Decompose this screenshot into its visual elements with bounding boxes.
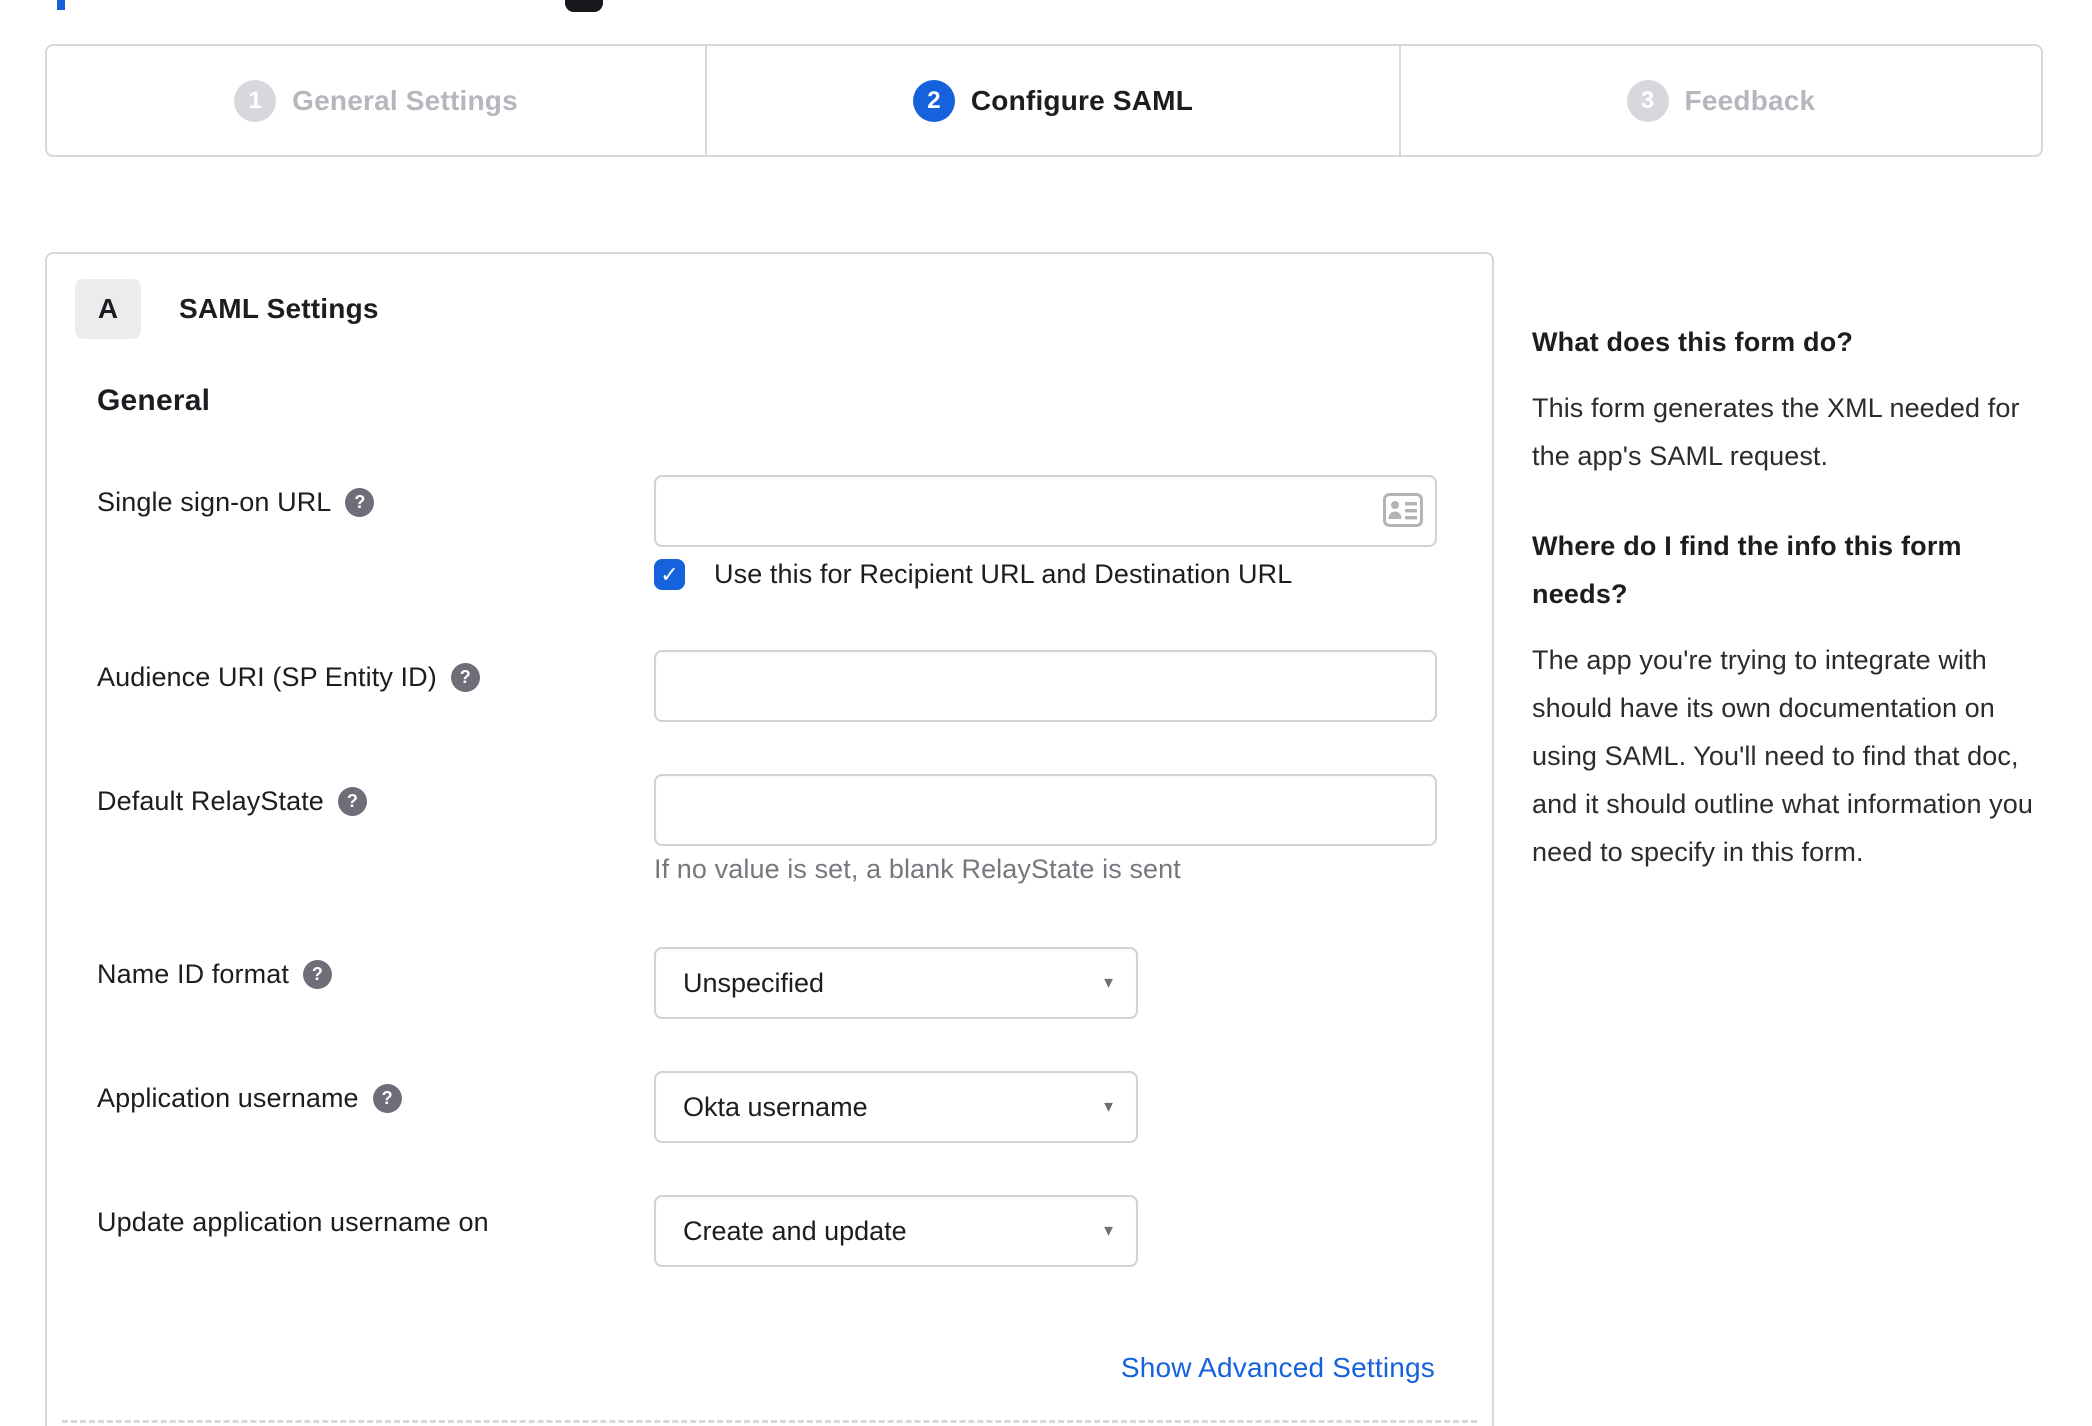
field-label-audience-uri: Audience URI (SP Entity ID)? — [97, 662, 480, 693]
recipient-url-checkbox-label[interactable]: Use this for Recipient URL and Destinati… — [714, 559, 1292, 590]
chevron-down-icon: ▼ — [1101, 1222, 1116, 1240]
audience-uri-input[interactable] — [654, 650, 1437, 722]
recipient-url-checkbox-row: ✓ Use this for Recipient URL and Destina… — [654, 559, 1292, 590]
default-relaystate-input[interactable] — [654, 774, 1437, 846]
step-general-settings[interactable]: 1 General Settings — [47, 46, 707, 155]
help-heading-what: What does this form do? — [1532, 327, 1854, 357]
section-dashed-divider — [62, 1420, 1477, 1423]
step-number-badge: 1 — [234, 79, 277, 122]
help-body-what: This form generates the XML needed for t… — [1532, 393, 2020, 471]
field-label-update-username-on: Update application username on — [97, 1207, 489, 1237]
step-number-badge: 3 — [1626, 79, 1669, 122]
recipient-url-checkbox[interactable]: ✓ — [654, 559, 685, 590]
group-heading-general: General — [97, 384, 211, 417]
saml-settings-panel: A SAML Settings General Single sign-on U… — [45, 252, 1494, 1426]
section-title: SAML Settings — [179, 293, 379, 324]
sso-url-input[interactable] — [654, 475, 1437, 547]
step-number-badge: 2 — [912, 79, 955, 122]
step-label: Feedback — [1684, 84, 1816, 116]
cutoff-icon-fragment — [565, 0, 603, 12]
relaystate-hint: If no value is set, a blank RelayState i… — [654, 854, 1181, 884]
field-label-sso-url: Single sign-on URL? — [97, 487, 375, 518]
field-label-name-id-format: Name ID format? — [97, 959, 332, 990]
section-header: A SAML Settings — [75, 279, 379, 339]
application-username-select[interactable]: Okta username ▼ — [654, 1071, 1138, 1143]
help-icon[interactable]: ? — [372, 1084, 402, 1113]
name-id-format-select[interactable]: Unspecified ▼ — [654, 947, 1138, 1019]
show-advanced-settings-link[interactable]: Show Advanced Settings — [1121, 1352, 1435, 1384]
field-label-default-relaystate: Default RelayState? — [97, 786, 367, 817]
help-icon[interactable]: ? — [345, 488, 375, 517]
help-sidebar: What does this form do? This form genera… — [1532, 318, 2048, 918]
step-label: Configure SAML — [970, 84, 1194, 116]
section-badge: A — [75, 279, 141, 339]
step-feedback[interactable]: 3 Feedback — [1401, 46, 2041, 155]
chevron-down-icon: ▼ — [1101, 1098, 1116, 1116]
help-heading-where: Where do I find the info this form needs… — [1532, 531, 1962, 609]
cutoff-logo-fragment — [57, 0, 65, 10]
field-label-application-username: Application username? — [97, 1083, 402, 1114]
contact-card-icon — [1383, 493, 1423, 527]
help-icon[interactable]: ? — [337, 787, 367, 816]
help-icon[interactable]: ? — [450, 663, 480, 692]
help-icon[interactable]: ? — [302, 960, 332, 989]
step-configure-saml[interactable]: 2 Configure SAML — [707, 46, 1401, 155]
help-body-where: The app you're trying to integrate with … — [1532, 645, 2034, 867]
wizard-stepper: 1 General Settings 2 Configure SAML 3 Fe… — [45, 44, 2043, 157]
chevron-down-icon: ▼ — [1101, 974, 1116, 992]
update-username-on-select[interactable]: Create and update ▼ — [654, 1195, 1138, 1267]
step-label: General Settings — [292, 84, 518, 116]
